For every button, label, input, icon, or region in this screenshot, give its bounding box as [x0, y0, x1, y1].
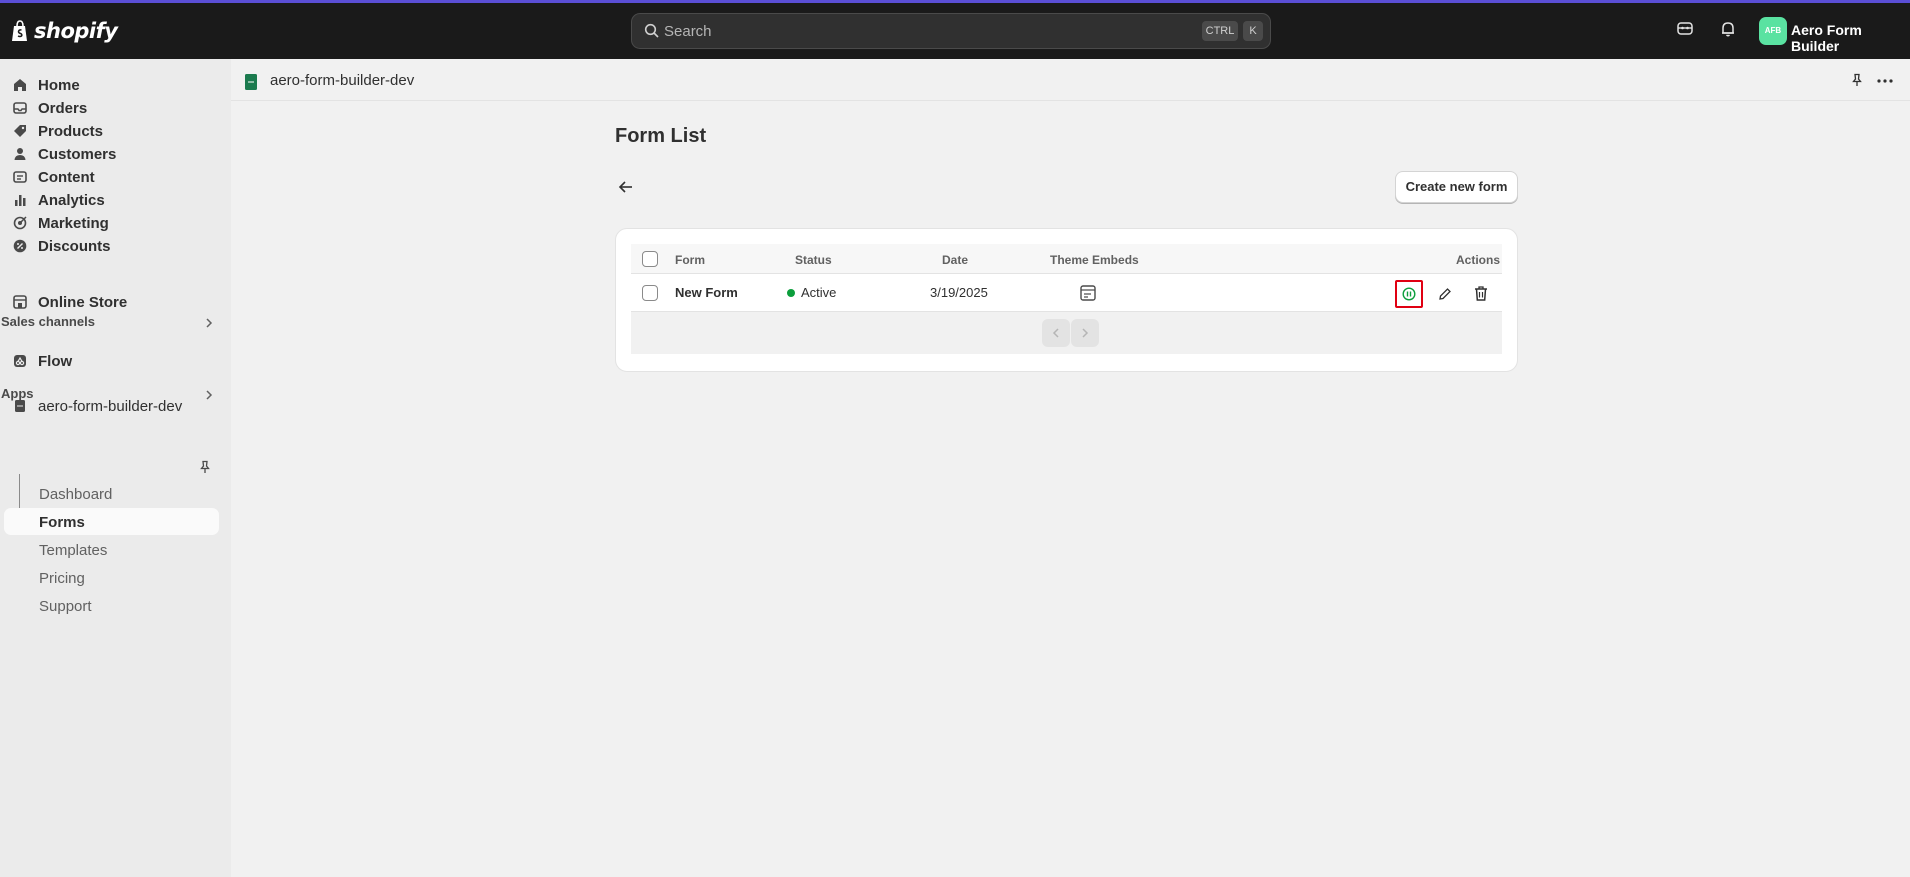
sidebar-item-templates[interactable]: Templates [39, 542, 107, 559]
sidebar-item-dashboard[interactable]: Dashboard [39, 486, 112, 503]
sidebar-item-label: Marketing [38, 214, 109, 232]
sidebar-item-label: Orders [38, 99, 88, 117]
sidebar-item-aero-form-builder-dev[interactable]: aero-form-builder-dev [12, 392, 182, 420]
app-icon [15, 400, 25, 412]
pause-icon [1402, 287, 1416, 301]
shortcut-k-key: K [1243, 21, 1263, 41]
shopify-logo[interactable]: shopify [10, 19, 118, 43]
next-page-button[interactable] [1071, 319, 1099, 347]
table-header: Form Status Date Theme Embeds Actions [631, 244, 1502, 274]
chevron-right-icon [1082, 328, 1089, 338]
main-content: aero-form-builder-dev Form List Create n… [231, 59, 1910, 877]
brand-wordmark: shopify [34, 19, 118, 43]
select-all-checkbox[interactable] [642, 251, 658, 267]
app-header: aero-form-builder-dev [231, 59, 1910, 101]
more-actions-icon[interactable] [1877, 79, 1893, 83]
chevron-right-icon[interactable] [203, 389, 215, 401]
sidebar-item-label: Analytics [38, 191, 105, 209]
status-dot [787, 289, 795, 297]
sidebar-item-label: Home [38, 76, 80, 94]
delete-form-button[interactable] [1467, 280, 1495, 308]
form-name[interactable]: New Form [675, 285, 738, 300]
store-name[interactable]: Aero Form Builder [1791, 22, 1910, 54]
previous-page-button[interactable] [1042, 319, 1070, 347]
sidebar-item-label: Flow [38, 352, 73, 370]
sidebar-item-label: Discounts [38, 237, 111, 255]
theme-embed-icon[interactable] [1079, 284, 1097, 302]
sidebar-item-flow[interactable]: Flow [12, 347, 72, 375]
sidebar-item-label: aero-form-builder-dev [38, 397, 183, 415]
pin-icon[interactable] [198, 460, 212, 474]
home-icon [14, 79, 26, 91]
sidebar-item-label: Online Store [38, 293, 128, 311]
form-date: 3/19/2025 [930, 285, 988, 300]
person-icon [14, 148, 26, 160]
bar-chart-icon [15, 195, 26, 206]
active-item-background [4, 508, 219, 535]
pagination [631, 312, 1502, 354]
pencil-icon [1439, 288, 1451, 300]
search-icon [644, 23, 659, 38]
sidekick-icon[interactable] [1676, 20, 1694, 38]
trash-icon [1475, 286, 1487, 301]
create-new-form-button[interactable]: Create new form [1395, 171, 1518, 203]
back-arrow-icon[interactable] [614, 175, 638, 199]
orders-icon [13, 102, 27, 114]
sales-channels-heading[interactable]: Sales channels [1, 314, 95, 329]
column-theme-embeds: Theme Embeds [1050, 253, 1139, 267]
column-actions: Actions [1456, 253, 1501, 267]
shopify-bag-icon [12, 20, 27, 41]
column-date: Date [942, 253, 969, 267]
avatar[interactable]: AFB [1759, 17, 1787, 45]
status-text: Active [801, 285, 837, 300]
sidebar: Home Orders Products Customers Content A… [0, 59, 231, 877]
table-row[interactable]: New Form Active 3/19/2025 [631, 274, 1502, 312]
chevron-left-icon [1052, 328, 1059, 338]
content-icon [13, 171, 27, 183]
sidebar-item-online-store[interactable]: Online Store [12, 288, 127, 316]
sidebar-item-label: Content [38, 168, 95, 186]
shortcut-ctrl-key: CTRL [1202, 21, 1238, 41]
sidebar-item-pricing[interactable]: Pricing [39, 570, 85, 587]
search-input[interactable]: Search CTRL K [631, 13, 1271, 49]
bell-icon[interactable] [1719, 20, 1737, 38]
sidebar-item-forms[interactable]: Forms [39, 514, 85, 531]
app-icon [245, 74, 257, 90]
edit-form-button[interactable] [1431, 280, 1459, 308]
discount-icon [13, 239, 27, 253]
store-icon [13, 295, 27, 309]
pause-form-button[interactable] [1395, 280, 1423, 308]
row-checkbox[interactable] [642, 285, 658, 301]
target-icon [13, 216, 27, 230]
sidebar-item-support[interactable]: Support [39, 598, 92, 615]
chevron-right-icon[interactable] [203, 317, 215, 329]
sidebar-item-label: Products [38, 122, 104, 140]
top-bar: shopify Search CTRL K AFB Aero Form Buil… [0, 3, 1910, 59]
search-placeholder: Search [664, 23, 712, 40]
sidebar-item-discounts[interactable]: Discounts [12, 232, 111, 260]
app-title: aero-form-builder-dev [270, 72, 415, 89]
flow-icon [14, 355, 26, 367]
pin-icon[interactable] [1850, 73, 1864, 87]
column-form: Form [675, 253, 705, 267]
sidebar-item-label: Customers [38, 145, 117, 163]
page-title: Form List [615, 125, 707, 147]
form-list-card: Form Status Date Theme Embeds Actions Ne… [615, 228, 1518, 372]
column-status: Status [795, 253, 832, 267]
tag-icon [14, 125, 26, 137]
